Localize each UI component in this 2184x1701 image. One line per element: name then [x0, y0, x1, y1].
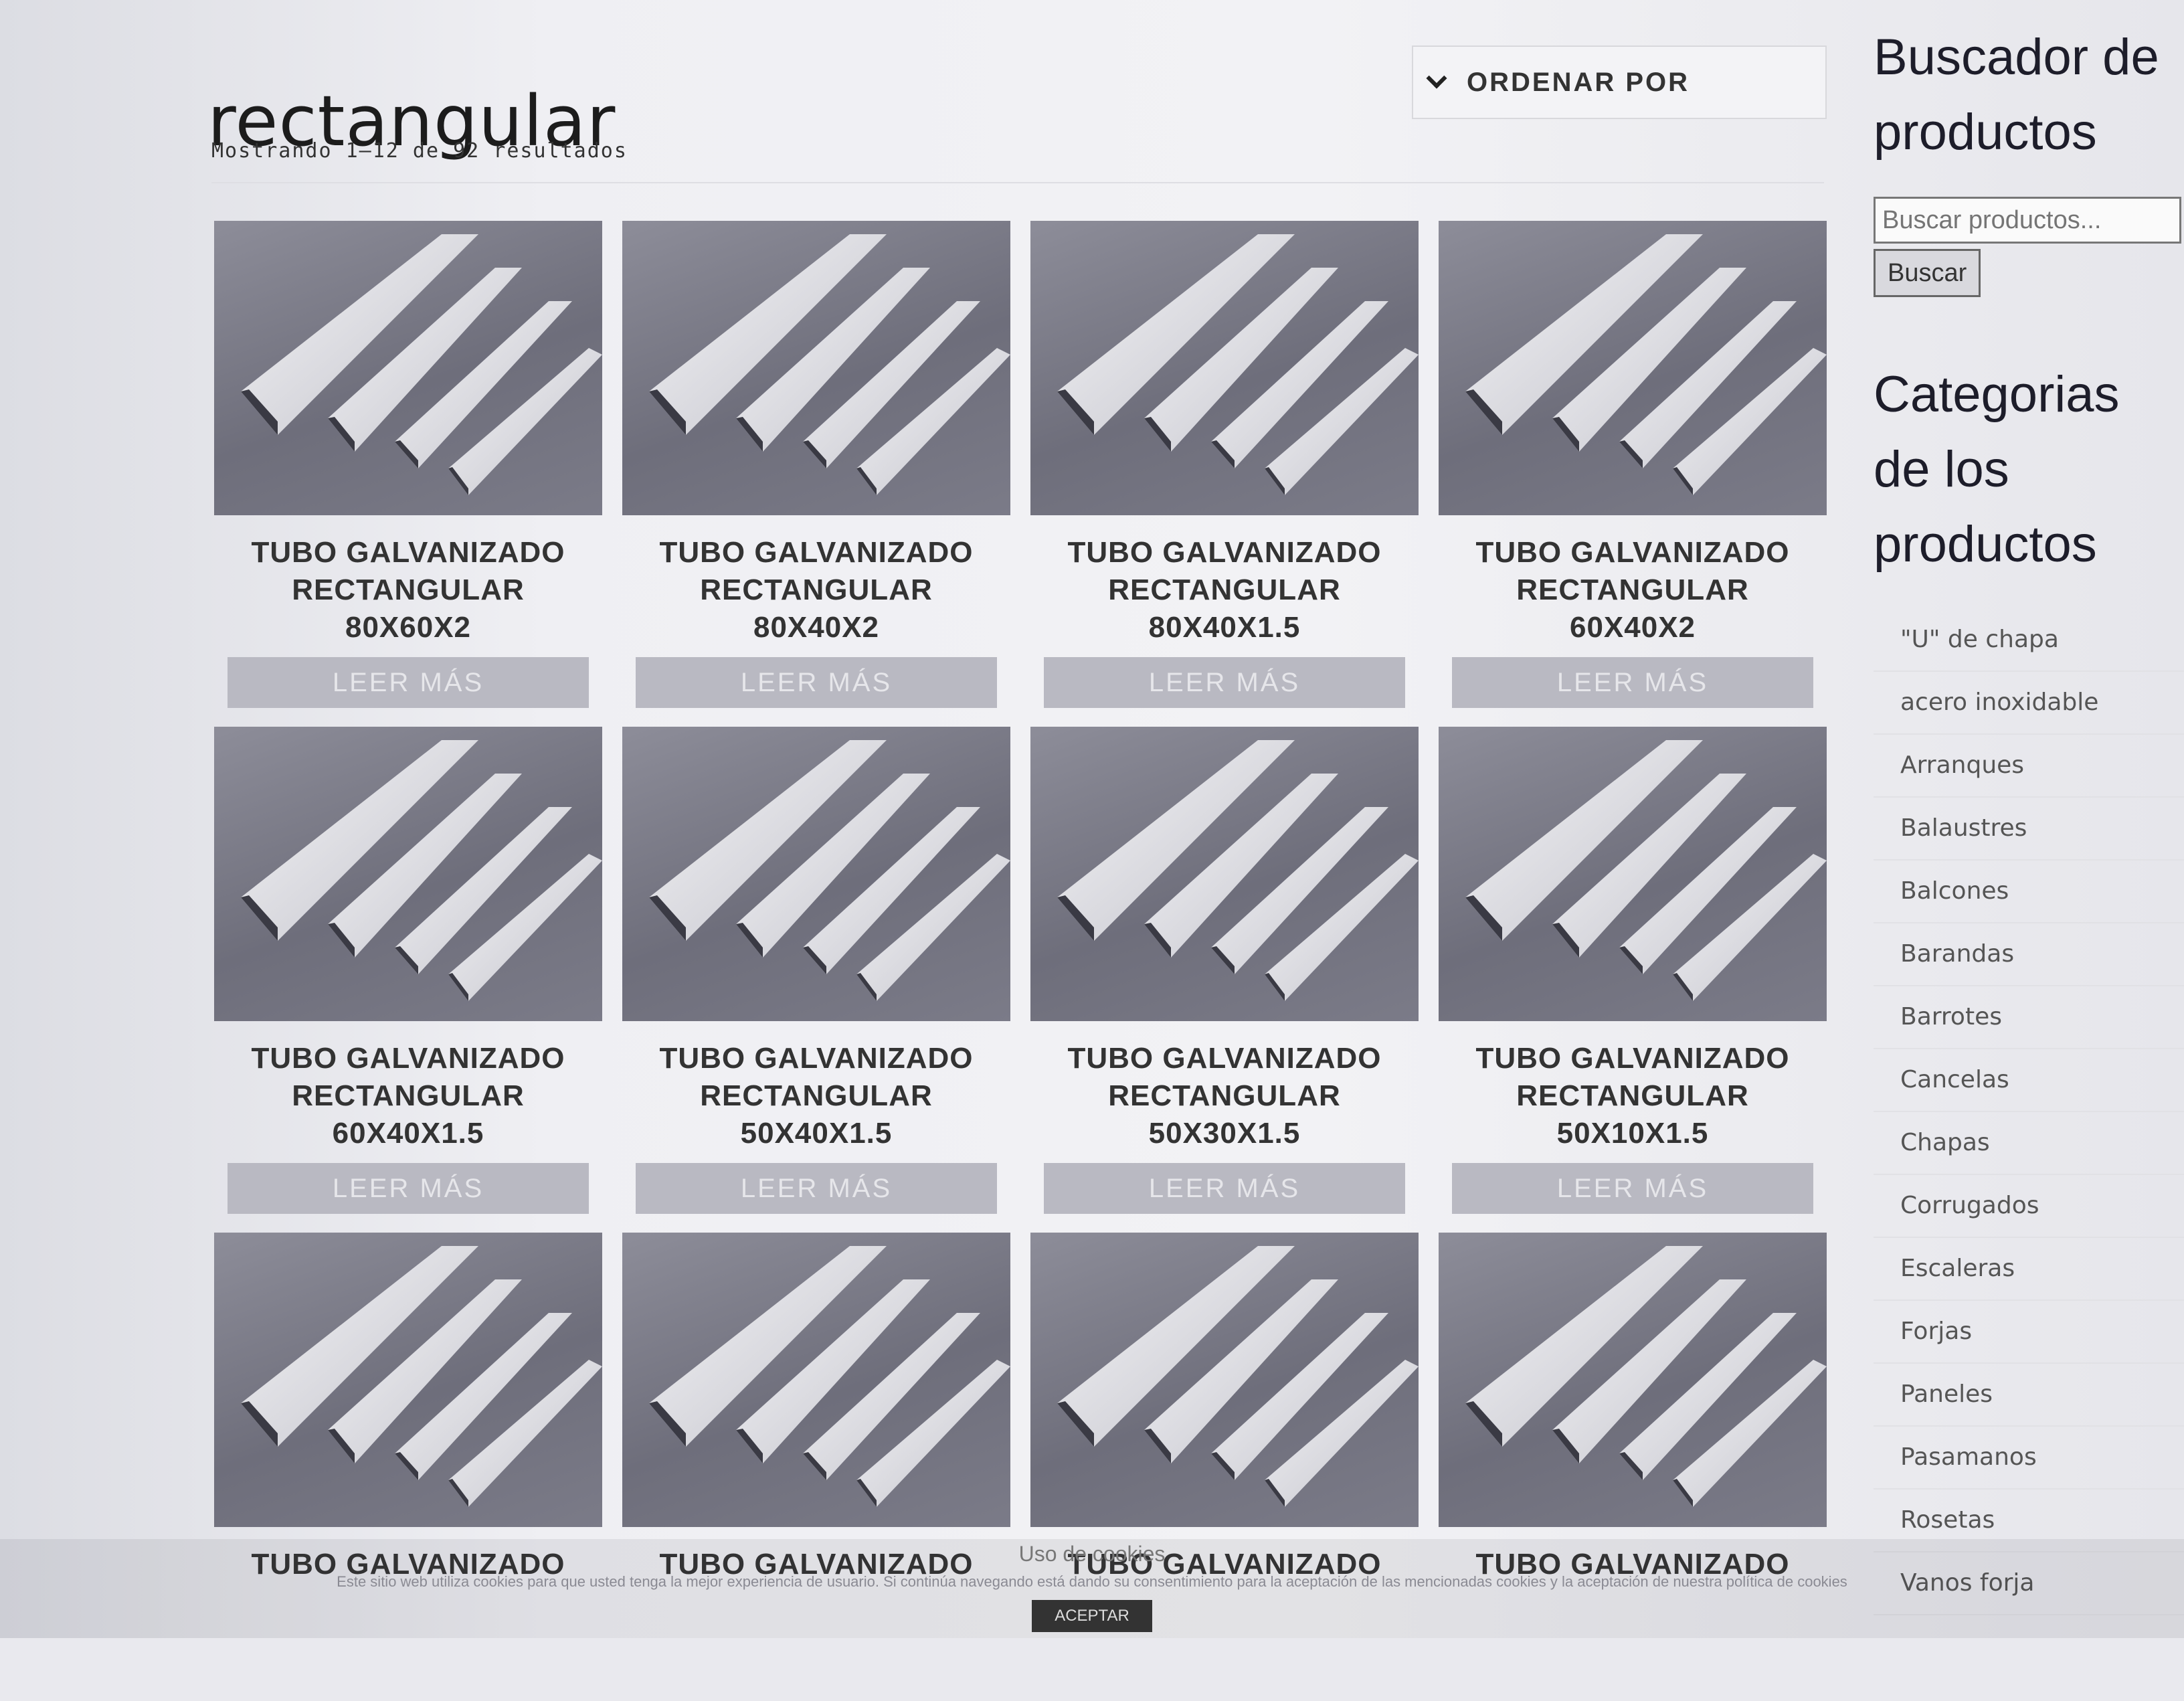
product-grid: TUBO GALVANIZADO RECTANGULAR 80X60X2 LEE… — [214, 221, 1827, 1701]
product-image[interactable] — [214, 221, 602, 515]
product-title-line: TUBO GALVANIZADO — [251, 536, 565, 569]
product-title-line: TUBO GALVANIZADO — [659, 1042, 974, 1075]
cookie-title: Uso de cookies — [1018, 1542, 1166, 1566]
product-size: 80X60X2 — [345, 611, 472, 644]
read-more-button[interactable]: LEER MÁS — [636, 657, 997, 708]
product-title[interactable]: TUBO GALVANIZADO RECTANGULAR 50X40X1.5 — [622, 1040, 1010, 1152]
product-title[interactable]: TUBO GALVANIZADO RECTANGULAR 60X40X2 — [1439, 534, 1827, 646]
category-item[interactable]: Barandas — [1874, 923, 2184, 986]
header-divider — [211, 182, 1824, 183]
category-item[interactable]: Balaustres — [1874, 798, 2184, 861]
product-title-line: RECTANGULAR — [700, 1079, 933, 1112]
sidebar: Buscador de productos Buscar Categorias … — [1874, 20, 2184, 1615]
category-item[interactable]: Chapas — [1874, 1112, 2184, 1175]
category-item[interactable]: Cancelas — [1874, 1049, 2184, 1112]
category-item[interactable]: Arranques — [1874, 735, 2184, 798]
product-title-line: RECTANGULAR — [1108, 573, 1341, 606]
product-image[interactable] — [622, 221, 1010, 515]
product-card[interactable]: TUBO GALVANIZADO RECTANGULAR 50X30X1.5 L… — [1030, 727, 1419, 1214]
read-more-button[interactable]: LEER MÁS — [1044, 1163, 1405, 1214]
read-more-button[interactable]: LEER MÁS — [227, 657, 589, 708]
category-item[interactable]: "U" de chapa — [1874, 609, 2184, 672]
product-title-line: RECTANGULAR — [1516, 573, 1749, 606]
category-item[interactable]: Escaleras — [1874, 1238, 2184, 1301]
read-more-button[interactable]: LEER MÁS — [227, 1163, 589, 1214]
category-item[interactable]: Barrotes — [1874, 986, 2184, 1049]
category-item[interactable]: Pasamanos — [1874, 1427, 2184, 1490]
cookie-accept-button[interactable]: ACEPTAR — [1032, 1600, 1152, 1632]
product-size: 50X30X1.5 — [1148, 1117, 1301, 1150]
product-card[interactable]: TUBO GALVANIZADO RECTANGULAR 60X40X1.5 L… — [214, 727, 602, 1214]
category-item[interactable]: acero inoxidable — [1874, 672, 2184, 735]
product-title[interactable]: TUBO GALVANIZADO RECTANGULAR 50X10X1.5 — [1439, 1040, 1827, 1152]
category-item[interactable]: Paneles — [1874, 1364, 2184, 1427]
product-image[interactable] — [622, 727, 1010, 1021]
product-title-line: TUBO GALVANIZADO — [659, 536, 974, 569]
product-title-line: RECTANGULAR — [700, 573, 933, 606]
product-title[interactable]: TUBO GALVANIZADO RECTANGULAR 50X30X1.5 — [1030, 1040, 1419, 1152]
product-card[interactable]: TUBO GALVANIZADO RECTANGULAR 80X40X2 LEE… — [622, 221, 1010, 708]
product-image[interactable] — [622, 1233, 1010, 1527]
product-title[interactable]: TUBO GALVANIZADO RECTANGULAR 80X60X2 — [214, 534, 602, 646]
product-card[interactable]: TUBO GALVANIZADO RECTANGULAR 50X40X1.5 L… — [622, 727, 1010, 1214]
search-button[interactable]: Buscar — [1874, 249, 1981, 297]
read-more-button[interactable]: LEER MÁS — [636, 1163, 997, 1214]
product-title[interactable]: TUBO GALVANIZADO RECTANGULAR 60X40X1.5 — [214, 1040, 602, 1152]
cookie-banner: Uso de cookies Este sitio web utiliza co… — [0, 1539, 2184, 1638]
product-title-line: TUBO GALVANIZADO — [1067, 536, 1382, 569]
product-image[interactable] — [1439, 727, 1827, 1021]
product-title-line: RECTANGULAR — [1516, 1079, 1749, 1112]
product-title-line: RECTANGULAR — [292, 573, 525, 606]
product-title-line: RECTANGULAR — [1108, 1079, 1341, 1112]
read-more-button[interactable]: LEER MÁS — [1452, 1163, 1813, 1214]
product-image[interactable] — [1030, 221, 1419, 515]
product-title-line: TUBO GALVANIZADO — [251, 1042, 565, 1075]
product-size: 80X40X1.5 — [1148, 611, 1301, 644]
search-widget-title: Buscador de productos — [1874, 29, 2159, 161]
category-item[interactable]: Forjas — [1874, 1301, 2184, 1364]
product-title-line: RECTANGULAR — [292, 1079, 525, 1112]
product-title[interactable]: TUBO GALVANIZADO RECTANGULAR 80X40X1.5 — [1030, 534, 1419, 646]
product-image[interactable] — [1030, 727, 1419, 1021]
product-card[interactable]: TUBO GALVANIZADO RECTANGULAR 80X60X2 LEE… — [214, 221, 602, 708]
result-count: Mostrando 1–12 de 92 resultados — [211, 139, 628, 163]
product-size: 50X10X1.5 — [1556, 1117, 1709, 1150]
categories-widget-title: Categorias de los productos — [1874, 366, 2120, 573]
page: rectangular Mostrando 1–12 de 92 resulta… — [0, 0, 2184, 1638]
product-title-line: TUBO GALVANIZADO — [1067, 1042, 1382, 1075]
product-size: 60X40X2 — [1569, 611, 1696, 644]
read-more-button[interactable]: LEER MÁS — [1452, 657, 1813, 708]
chevron-down-icon — [1426, 68, 1447, 89]
product-image[interactable] — [214, 1233, 602, 1527]
cookie-text: Este sitio web utiliza cookies para que … — [337, 1573, 1847, 1590]
product-title-line: TUBO GALVANIZADO — [1475, 1042, 1790, 1075]
category-item[interactable]: Balcones — [1874, 861, 2184, 923]
product-size: 50X40X1.5 — [740, 1117, 893, 1150]
product-card[interactable]: TUBO GALVANIZADO RECTANGULAR 60X40X2 LEE… — [1439, 221, 1827, 708]
category-list: "U" de chapa acero inoxidable Arranques … — [1874, 609, 2184, 1615]
product-card[interactable]: TUBO GALVANIZADO RECTANGULAR 50X10X1.5 L… — [1439, 727, 1827, 1214]
product-image[interactable] — [1030, 1233, 1419, 1527]
order-by-label: ORDENAR POR — [1467, 67, 1690, 97]
product-title[interactable]: TUBO GALVANIZADO RECTANGULAR 80X40X2 — [622, 534, 1010, 646]
category-item[interactable]: Corrugados — [1874, 1175, 2184, 1238]
product-image[interactable] — [1439, 221, 1827, 515]
product-title-line: TUBO GALVANIZADO — [1475, 536, 1790, 569]
order-by-select[interactable]: ORDENAR POR — [1412, 46, 1827, 119]
product-image[interactable] — [214, 727, 602, 1021]
product-size: 80X40X2 — [753, 611, 880, 644]
product-image[interactable] — [1439, 1233, 1827, 1527]
product-search-input[interactable] — [1874, 197, 2181, 244]
product-card[interactable]: TUBO GALVANIZADO RECTANGULAR 80X40X1.5 L… — [1030, 221, 1419, 708]
product-size: 60X40X1.5 — [332, 1117, 484, 1150]
read-more-button[interactable]: LEER MÁS — [1044, 657, 1405, 708]
